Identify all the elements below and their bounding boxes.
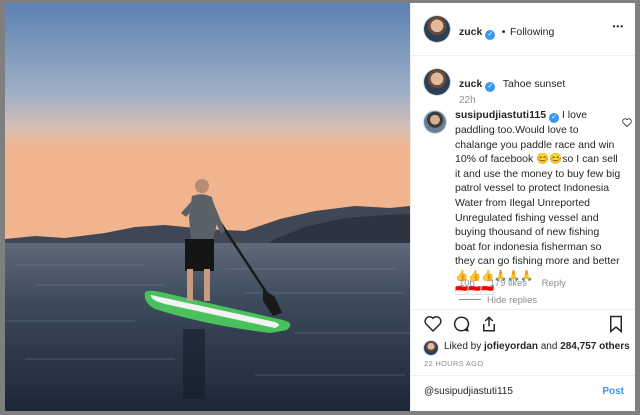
comment-text: I love paddling too.Would love to chalan… <box>455 109 621 282</box>
commenter-username[interactable]: susipudjiastuti115 <box>455 109 546 121</box>
verified-badge-icon: ✓ <box>485 30 496 40</box>
comment-like-heart-icon[interactable] <box>622 114 632 132</box>
caption-avatar[interactable] <box>424 69 450 95</box>
author-username[interactable]: zuck <box>459 26 482 38</box>
comment-bubble-icon[interactable] <box>452 315 470 333</box>
post-header: zuck ✓ • Following ••• <box>411 3 635 56</box>
post-modal: zuck ✓ • Following ••• zuck ✓ Tahoe sunset… <box>5 3 635 411</box>
reply-button[interactable]: Reply <box>542 278 566 289</box>
post-timestamp: 22 HOURS AGO <box>424 359 484 368</box>
author-line: zuck ✓ • Following <box>459 22 554 40</box>
caption-line: zuck ✓ Tahoe sunset <box>459 74 565 92</box>
divider <box>411 309 635 310</box>
liked-by-and: and <box>540 341 558 352</box>
comment-body: susipudjiastuti115 ✓ I love paddling too.… <box>455 108 621 298</box>
verified-badge-icon: ✓ <box>549 113 560 123</box>
commenter-avatar[interactable] <box>424 111 446 133</box>
share-icon[interactable] <box>480 315 498 333</box>
hide-replies-row[interactable]: Hide replies <box>459 295 537 306</box>
liked-by-prefix: Liked by <box>444 341 482 352</box>
post-photo[interactable] <box>5 3 410 411</box>
verified-badge-icon: ✓ <box>485 82 496 92</box>
lake-paddleboard-image <box>5 3 410 411</box>
comment-likes[interactable]: 179 likes <box>490 278 528 289</box>
action-bar <box>424 315 624 335</box>
caption-text: Tahoe sunset <box>502 78 566 90</box>
post-side-panel: zuck ✓ • Following ••• zuck ✓ Tahoe sunset… <box>410 3 635 411</box>
divider <box>411 375 635 376</box>
caption-username[interactable]: zuck <box>459 78 482 90</box>
following-button[interactable]: Following <box>510 26 554 38</box>
caption-time: 22h <box>459 95 476 106</box>
comment-time: 10h <box>459 278 475 289</box>
liked-by-line: Liked by jofieyordan and 284,757 others <box>444 341 630 352</box>
hide-replies-line <box>459 299 481 300</box>
liked-by-count[interactable]: 284,757 others <box>560 341 630 352</box>
author-avatar[interactable] <box>424 16 450 42</box>
comment-meta: 10h 179 likes Reply <box>459 278 566 289</box>
post-button[interactable]: Post <box>602 386 624 397</box>
hide-replies-button[interactable]: Hide replies <box>487 295 537 306</box>
save-bookmark-icon[interactable] <box>608 315 624 333</box>
liker-avatar[interactable] <box>424 341 438 355</box>
more-options-icon[interactable]: ••• <box>613 22 624 31</box>
separator-dot: • <box>501 26 506 38</box>
liked-by-user[interactable]: jofieyordan <box>484 341 538 352</box>
like-heart-icon[interactable] <box>424 315 442 332</box>
comment-input[interactable]: @susipudjiastuti115 <box>424 386 594 397</box>
